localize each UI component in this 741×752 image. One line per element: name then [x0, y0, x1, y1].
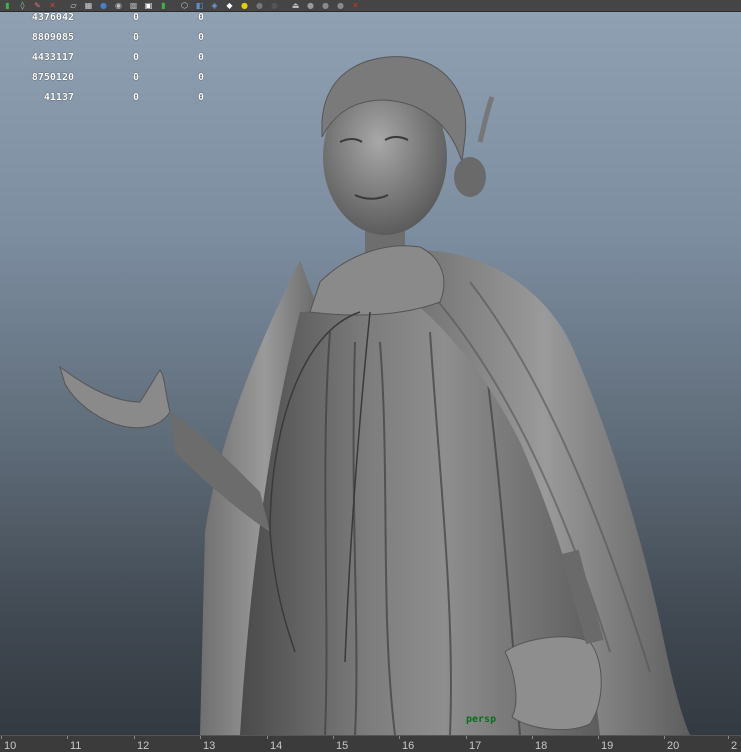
right-hand [504, 636, 602, 731]
hair-bun [454, 157, 486, 197]
frame-tick-label: 20 [667, 740, 680, 752]
hud-row: 4433117 0 0 [0, 52, 220, 64]
hide-show-icon[interactable]: ✕ [349, 1, 362, 10]
hud-value: 0 [133, 12, 140, 23]
xray-icon[interactable]: ● [319, 1, 332, 10]
frame-tick-label: 16 [402, 740, 415, 752]
hud-value: 4376042 [31, 12, 74, 23]
hypershade-icon[interactable]: ▩ [127, 1, 140, 10]
frame-tick-label: 18 [535, 740, 548, 752]
toolbar-separator [171, 1, 177, 10]
frame-tick-mark [333, 736, 334, 739]
xray-joints-icon[interactable]: ● [334, 1, 347, 10]
texture-icon[interactable]: ◆ [223, 1, 236, 10]
frame-tick-label: 13 [203, 740, 216, 752]
frame-tick-mark [532, 736, 533, 739]
frame-tick-label: 19 [601, 740, 614, 752]
shadow-icon[interactable]: ● [253, 1, 266, 10]
camera-name-label: persp [466, 714, 497, 725]
frame-tick-label: 10 [4, 740, 17, 752]
lasso-tool-icon[interactable]: ◊ [16, 1, 29, 10]
shelf-toolbar: ▮ ◊ ✎ ✕ ▱ ▦ ● ◉ ▩ ▣ ▮ ⬡ ◧ ◈ ◆ ● ● ● ⏏ ● ● ● ✕ [0, 0, 741, 12]
frame-tick-mark [1, 736, 2, 739]
graph-editor-icon[interactable]: ▣ [142, 1, 155, 10]
select-tool-icon[interactable]: ▮ [1, 1, 14, 10]
frame-tick-mark [200, 736, 201, 739]
frame-tick-mark [728, 736, 729, 739]
isolate-select-icon[interactable]: ● [304, 1, 317, 10]
render-frame-icon[interactable]: ▦ [82, 1, 95, 10]
wireframe-icon[interactable]: ◧ [193, 1, 206, 10]
render-region-icon[interactable]: ▱ [67, 1, 80, 10]
left-hand [59, 365, 171, 429]
hud-row: 4376042 0 0 [0, 12, 220, 24]
perspective-viewport[interactable]: 4376042 0 0 8809085 0 0 4433117 0 0 8750120 0 0 4113… [0, 12, 741, 735]
sculpture-model [59, 56, 690, 735]
frame-tick-mark [399, 736, 400, 739]
hud-value: 0 [133, 52, 140, 63]
hud-value: 0 [198, 72, 205, 83]
smooth-shade-icon[interactable]: ◈ [208, 1, 221, 10]
hud-row: 41137 0 0 [0, 92, 220, 104]
hud-row: 8750120 0 0 [0, 72, 220, 84]
hud-value: 0 [198, 12, 205, 23]
frame-tick-label: 15 [336, 740, 349, 752]
move-tool-icon[interactable]: ✕ [46, 1, 59, 10]
camera-gate-icon[interactable]: ⏏ [289, 1, 302, 10]
frame-tick-mark [134, 736, 135, 739]
frame-tick-mark [67, 736, 68, 739]
frame-tick-mark [598, 736, 599, 739]
hud-value: 4433117 [31, 52, 74, 63]
hud-value: 8750120 [31, 72, 74, 83]
ipr-render-icon[interactable]: ● [97, 1, 110, 10]
maya-window: ▮ ◊ ✎ ✕ ▱ ▦ ● ◉ ▩ ▣ ▮ ⬡ ◧ ◈ ◆ ● ● ● ⏏ ● ● ● ✕ [0, 0, 741, 752]
frame-tick-label: 14 [270, 740, 283, 752]
hud-row: 8809085 0 0 [0, 32, 220, 44]
attribute-editor-icon[interactable]: ▮ [157, 1, 170, 10]
ambient-occlusion-icon[interactable]: ● [268, 1, 281, 10]
hud-value: 8809085 [31, 32, 74, 43]
frame-tick-label: 2 [731, 740, 738, 752]
frame-tick-label: 11 [70, 740, 82, 752]
frame-tick-mark [664, 736, 665, 739]
hud-value: 41137 [43, 92, 74, 103]
time-slider[interactable]: 10 11 12 13 14 15 16 17 18 19 20 2 [0, 735, 741, 752]
toolbar-separator [60, 1, 66, 10]
hud-value: 0 [198, 92, 205, 103]
hud-value: 0 [198, 32, 205, 43]
frame-tick-mark [466, 736, 467, 739]
hud-value: 0 [133, 32, 140, 43]
default-light-icon[interactable]: ● [238, 1, 251, 10]
cube-icon[interactable]: ⬡ [178, 1, 191, 10]
render-settings-icon[interactable]: ◉ [112, 1, 125, 10]
frame-tick-label: 17 [469, 740, 482, 752]
paint-select-icon[interactable]: ✎ [31, 1, 44, 10]
frame-tick-mark [267, 736, 268, 739]
hud-value: 0 [133, 72, 140, 83]
frame-tick-label: 12 [137, 740, 150, 752]
toolbar-separator [282, 1, 288, 10]
collar [309, 245, 445, 316]
hud-value: 0 [198, 52, 205, 63]
hud-value: 0 [133, 92, 140, 103]
